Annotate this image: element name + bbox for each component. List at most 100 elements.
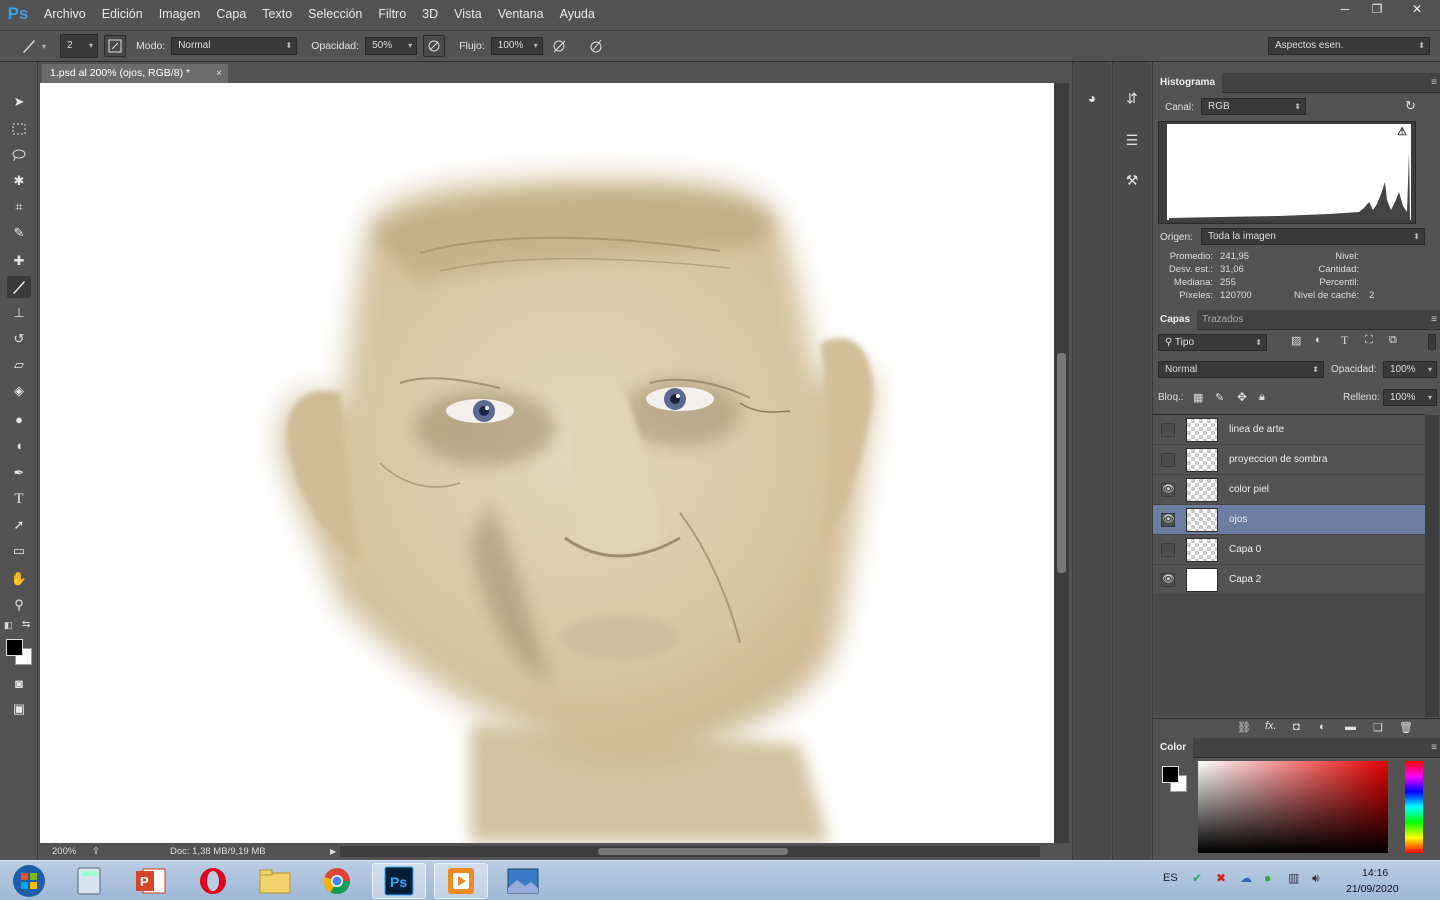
calculator-app-icon[interactable] [62, 863, 116, 899]
panel-menu-icon[interactable]: ≡ [1431, 738, 1437, 758]
healing-brush-tool-icon[interactable]: ✚ [7, 250, 31, 272]
pen-tool-icon[interactable]: ✒ [7, 462, 31, 484]
visibility-toggle[interactable] [1161, 453, 1175, 467]
menu-3d[interactable]: 3D [414, 0, 446, 28]
swap-colors-icon[interactable]: ⇆ [22, 619, 30, 630]
dodge-tool-icon[interactable]: ◖ [7, 434, 31, 456]
eraser-tool-icon[interactable]: ▱ [7, 354, 31, 376]
adjustments-panel-icon[interactable]: ☰ [1120, 128, 1144, 152]
layer-opacity-field[interactable]: 100% ▾ [1383, 361, 1437, 378]
hue-slider[interactable] [1405, 761, 1423, 853]
panel-menu-icon[interactable]: ≡ [1431, 310, 1437, 330]
layer-filter-select[interactable]: ⚲ Tipo ⬍ [1158, 334, 1267, 351]
volume-tray-icon[interactable]: 🔊︎ [1312, 871, 1320, 886]
layer-row[interactable]: 👁︎ Capa 2 [1153, 565, 1425, 595]
document-tab[interactable]: 1.psd al 200% (ojos, RGB/8) * × [42, 64, 228, 83]
filter-shape-icon[interactable]: ⛶ [1365, 334, 1373, 347]
windows-start-button[interactable] [2, 863, 56, 899]
chevron-down-icon[interactable]: ▾ [42, 42, 46, 51]
link-layers-icon[interactable]: ⛓ [1237, 721, 1251, 734]
flow-field[interactable]: 100% ▾ [490, 37, 543, 55]
document-canvas[interactable] [40, 83, 1054, 843]
filter-pixel-icon[interactable]: ▨ [1291, 334, 1301, 347]
fill-field[interactable]: 100% ▾ [1383, 389, 1437, 406]
horizontal-scroll-thumb[interactable] [598, 848, 788, 855]
eyedropper-tool-icon[interactable]: ✎ [7, 222, 31, 244]
zoom-level[interactable]: 200% [52, 843, 76, 860]
history-panel-icon[interactable]: ⇵ [1120, 86, 1144, 110]
default-colors-icon[interactable]: ◧ [4, 620, 13, 631]
status-menu-arrow-icon[interactable]: ▶ [330, 843, 336, 860]
paint-bucket-tool-icon[interactable]: ◈ [7, 380, 31, 402]
tab-color[interactable]: Color [1153, 738, 1194, 758]
type-tool-icon[interactable]: T [7, 488, 31, 510]
visibility-toggle[interactable] [1161, 423, 1175, 437]
3d-panel-icon[interactable]: ◕ [1080, 86, 1104, 110]
shape-tool-icon[interactable]: ▭ [7, 540, 31, 562]
layer-row[interactable]: linea de arte [1153, 415, 1425, 445]
new-group-icon[interactable]: ▬ [1345, 721, 1356, 733]
screen-mode-icon[interactable]: ▣ [7, 698, 31, 720]
security-tray-icon[interactable]: ✔ [1192, 871, 1202, 885]
photoshop-app-icon[interactable]: Ps [372, 863, 426, 899]
cloud-tray-icon[interactable]: ☁ [1240, 871, 1252, 885]
vertical-scrollbar[interactable] [1054, 83, 1069, 843]
airbrush-icon[interactable] [549, 35, 571, 57]
layer-row[interactable]: proyeccion de sombra [1153, 445, 1425, 475]
network-tray-icon[interactable]: ▥ [1288, 871, 1299, 885]
warning-icon[interactable]: ⚠ [1397, 125, 1407, 138]
menu-archivo[interactable]: Archivo [36, 0, 94, 28]
filter-smart-object-icon[interactable]: ⧉ [1389, 334, 1397, 347]
language-indicator[interactable]: ES [1163, 872, 1178, 884]
app-tray-icon[interactable]: ● [1264, 871, 1271, 885]
brush-panel-icon[interactable] [104, 35, 127, 57]
quick-mask-icon[interactable]: ◙ [7, 672, 31, 694]
brush-preset-icon[interactable] [18, 35, 40, 57]
lock-transparency-icon[interactable]: ▦ [1193, 391, 1203, 404]
lasso-tool-icon[interactable] [7, 144, 31, 166]
menu-ventana[interactable]: Ventana [490, 0, 552, 28]
close-button[interactable]: ✕ [1394, 0, 1440, 18]
layer-row-selected[interactable]: 👁︎ ojos [1153, 505, 1425, 535]
stamp-tool-icon[interactable]: ⊥ [7, 302, 31, 324]
adjustment-layer-icon[interactable]: ◐ [1319, 721, 1326, 733]
layer-row[interactable]: 👁︎ color piel [1153, 475, 1425, 505]
blur-tool-icon[interactable]: ● [7, 408, 31, 430]
clock-time[interactable]: 14:16 [1362, 867, 1388, 879]
filter-toggle[interactable] [1428, 334, 1436, 350]
workspace-select[interactable]: Aspectos esen. ⬍ [1268, 37, 1430, 55]
close-document-icon[interactable]: × [216, 64, 222, 83]
eye-icon[interactable]: 👁︎ [1161, 483, 1175, 497]
hand-tool-icon[interactable]: ✋ [7, 568, 31, 590]
foreground-color-swatch[interactable] [6, 639, 23, 656]
filter-type-icon[interactable]: T [1341, 333, 1348, 348]
opacity-field[interactable]: 50% ▾ [365, 37, 418, 55]
horizontal-scrollbar[interactable] [340, 846, 1040, 857]
layers-scrollbar[interactable] [1425, 415, 1439, 717]
refresh-icon[interactable]: ↻ [1405, 98, 1416, 114]
action-center-tray-icon[interactable]: ✖ [1216, 871, 1226, 885]
add-mask-icon[interactable]: ◘ [1293, 721, 1300, 733]
crop-tool-icon[interactable]: ⌗ [7, 196, 31, 218]
zoom-tool-icon[interactable]: ⚲ [7, 594, 31, 616]
brush-tool-icon[interactable] [7, 276, 31, 298]
visibility-toggle[interactable] [1161, 543, 1175, 557]
lock-pixels-icon[interactable]: ✎ [1215, 391, 1224, 404]
opera-app-icon[interactable] [186, 863, 240, 899]
blend-mode-select[interactable]: Normal ⬍ [1158, 361, 1324, 378]
tab-trazados[interactable]: Trazados [1195, 310, 1250, 330]
menu-edicion[interactable]: Edición [94, 0, 151, 28]
lock-position-icon[interactable]: ✥ [1237, 390, 1247, 404]
menu-imagen[interactable]: Imagen [151, 0, 209, 28]
menu-seleccion[interactable]: Selección [300, 0, 370, 28]
vertical-scroll-thumb[interactable] [1057, 353, 1066, 573]
magic-wand-tool-icon[interactable]: ✱ [7, 170, 31, 192]
menu-texto[interactable]: Texto [254, 0, 300, 28]
eye-icon[interactable]: 👁︎ [1161, 573, 1175, 587]
brush-size-field[interactable]: 2 ▾ [60, 34, 99, 58]
mode-select[interactable]: Normal ⬍ [171, 37, 298, 55]
filter-adjustment-icon[interactable]: ◐ [1315, 334, 1322, 346]
source-select[interactable]: Toda la imagen ⬍ [1201, 228, 1425, 245]
marquee-tool-icon[interactable] [7, 118, 31, 140]
foreground-color-swatch[interactable] [1162, 766, 1179, 783]
